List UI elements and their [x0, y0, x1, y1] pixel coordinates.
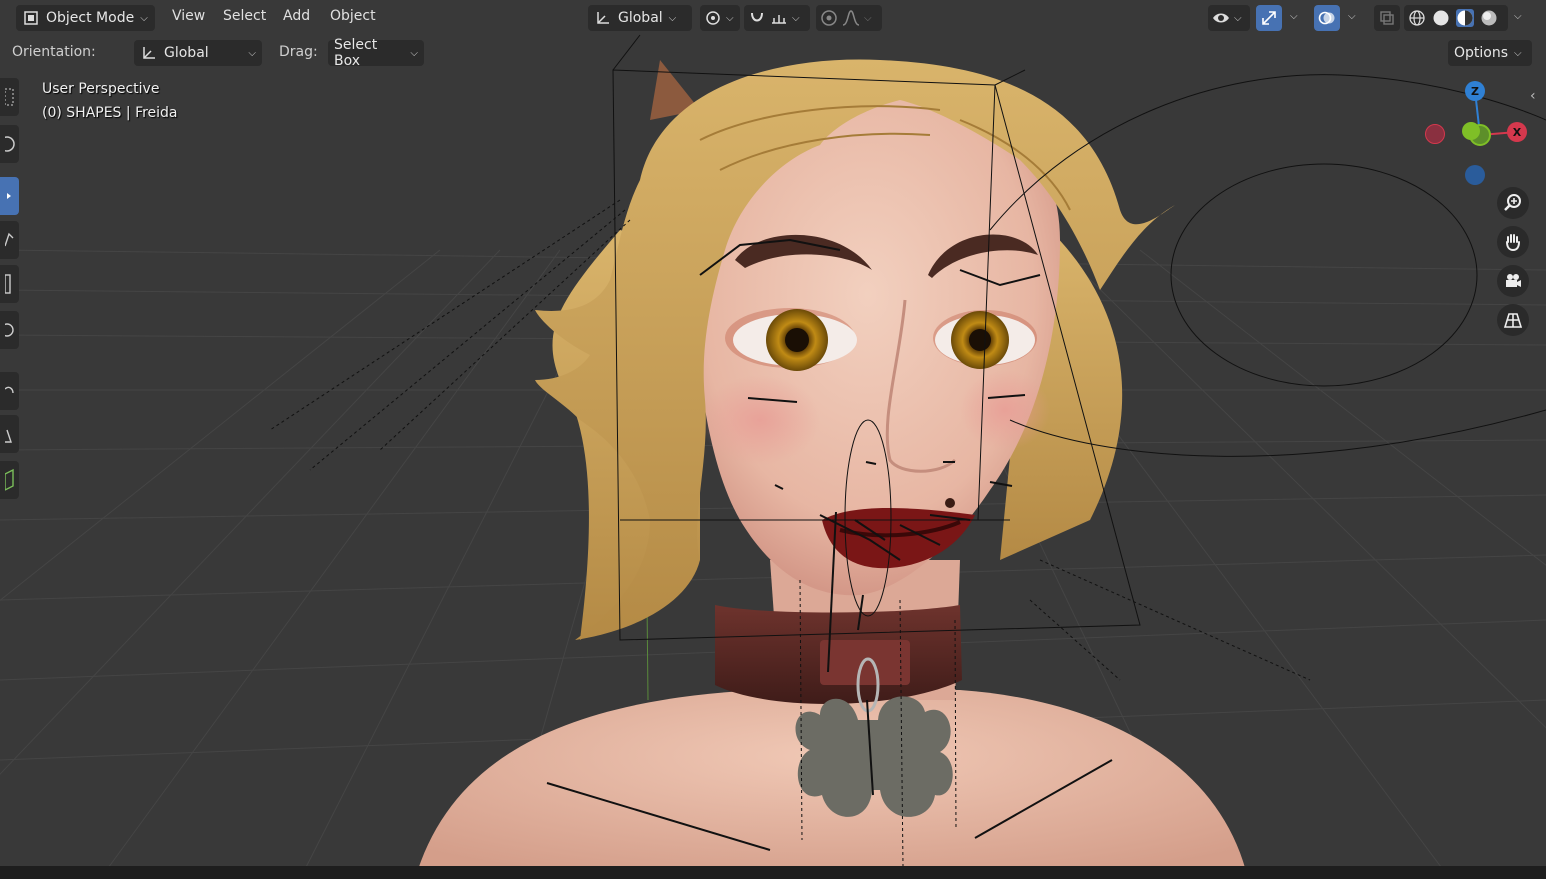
3d-viewport[interactable]: [0, 0, 1546, 879]
chevron-down-icon: ⌵: [792, 12, 800, 24]
camera-icon[interactable]: [1497, 265, 1529, 297]
menu-select[interactable]: Select: [223, 8, 266, 24]
chevron-down-icon: ⌵: [140, 12, 148, 24]
xray-icon: [1378, 9, 1396, 27]
gizmo-neg-y-axis[interactable]: [1462, 122, 1480, 140]
cheek-right: [960, 370, 1050, 450]
hand-pan-icon[interactable]: [1497, 226, 1529, 258]
tool-settings-header: Orientation: Global ⌵ Drag: Select Box ⌵…: [0, 35, 1546, 69]
chevron-down-icon: ⌵: [410, 47, 418, 59]
snap-increment-icon: [770, 9, 788, 27]
navigation-gizmo[interactable]: Z X: [1420, 80, 1530, 190]
orientation-axes-icon: [594, 9, 612, 27]
cursor-icon[interactable]: [0, 125, 19, 163]
menu-add[interactable]: Add: [283, 8, 310, 24]
shading-modes: [1404, 5, 1508, 31]
viewport-scene: [0, 34, 1546, 879]
transform-orientation-select[interactable]: Global ⌵: [588, 5, 692, 31]
mode-select-label: Object Mode: [46, 10, 135, 26]
proportional-edit-icon: [820, 9, 838, 27]
transform-icon[interactable]: [0, 311, 19, 349]
options-button[interactable]: Options ⌵: [1448, 40, 1532, 66]
move-icon[interactable]: [0, 177, 19, 215]
drag-label: Drag:: [279, 44, 318, 60]
gizmo-z-label: Z: [1471, 84, 1479, 98]
snap-button[interactable]: ⌵: [744, 5, 810, 31]
drag-select-value: Select Box: [334, 37, 378, 69]
pivot-point-icon: [704, 9, 722, 27]
gizmo-neg-x-axis[interactable]: [1425, 124, 1445, 144]
falloff-curve-icon: [842, 9, 860, 27]
menu-object[interactable]: Object: [330, 8, 376, 24]
status-bar: [0, 866, 1546, 879]
view-name: User Perspective: [42, 81, 160, 97]
snap-icon: [748, 9, 766, 27]
orientation-label: Orientation:: [12, 44, 96, 60]
left-toolbar: [0, 75, 19, 505]
overlays-icon: [1318, 9, 1336, 27]
chevron-down-icon: ⌵: [1514, 47, 1522, 59]
cheek-left: [700, 375, 820, 465]
orientation-axes-icon: [140, 44, 158, 62]
overlays-toggle[interactable]: [1314, 5, 1340, 31]
add-cube-icon[interactable]: [0, 461, 19, 499]
zoom-icon[interactable]: [1497, 187, 1529, 219]
options-label: Options: [1454, 45, 1509, 61]
chevron-down-icon: ⌵: [864, 12, 872, 24]
gizmo-x-axis[interactable]: X: [1507, 122, 1527, 142]
gizmo-z-axis[interactable]: Z: [1465, 81, 1485, 101]
orientation-select[interactable]: Global ⌵: [134, 40, 262, 66]
shading-dropdown[interactable]: ⌵: [1514, 11, 1522, 22]
rotate-icon[interactable]: [0, 221, 19, 259]
menu-view[interactable]: View: [172, 8, 205, 24]
gizmo-toggle[interactable]: [1256, 5, 1282, 31]
chevron-down-icon: ⌵: [726, 12, 734, 24]
chevron-down-icon: ⌵: [248, 47, 256, 59]
orthographic-grid-icon[interactable]: [1497, 304, 1529, 336]
mode-select[interactable]: Object Mode ⌵: [16, 5, 155, 31]
beauty-mark: [945, 498, 955, 508]
shading-rendered-icon[interactable]: [1480, 9, 1498, 27]
proportional-edit-button[interactable]: ⌵: [816, 5, 882, 31]
empty-circle-large: [1170, 163, 1478, 387]
gizmo-icon: [1260, 9, 1278, 27]
shading-solid-icon[interactable]: [1432, 9, 1450, 27]
gizmo-dropdown[interactable]: ⌵: [1290, 11, 1298, 22]
viewport-header: Object Mode ⌵ View Select Add Object Glo…: [0, 0, 1546, 34]
chevron-down-icon: ⌵: [668, 12, 677, 24]
shading-material-icon[interactable]: [1456, 9, 1474, 27]
select-box-icon[interactable]: [0, 78, 19, 116]
transform-orientation-label: Global: [618, 10, 663, 26]
measure-icon[interactable]: [0, 415, 19, 453]
visibility-button[interactable]: ⌵: [1208, 5, 1250, 31]
object-info: (0) SHAPES | Freida: [42, 105, 178, 121]
collar-buckle: [820, 640, 910, 685]
drag-select[interactable]: Select Box ⌵: [328, 37, 424, 69]
gizmo-neg-z-axis[interactable]: [1465, 165, 1485, 185]
orientation-select-value: Global: [164, 45, 209, 61]
xray-toggle[interactable]: [1374, 5, 1400, 31]
scale-icon[interactable]: [0, 265, 19, 303]
annotate-icon[interactable]: [0, 372, 19, 410]
gizmo-x-label: X: [1512, 125, 1522, 139]
sidebar-toggle-icon[interactable]: ‹: [1530, 88, 1536, 104]
shading-wireframe-icon[interactable]: [1408, 9, 1426, 27]
overlays-dropdown[interactable]: ⌵: [1348, 11, 1356, 22]
object-mode-icon: [22, 9, 40, 27]
pivot-point-button[interactable]: ⌵: [700, 5, 740, 31]
chevron-down-icon: ⌵: [1234, 12, 1242, 24]
visibility-eye-icon: [1212, 9, 1230, 27]
